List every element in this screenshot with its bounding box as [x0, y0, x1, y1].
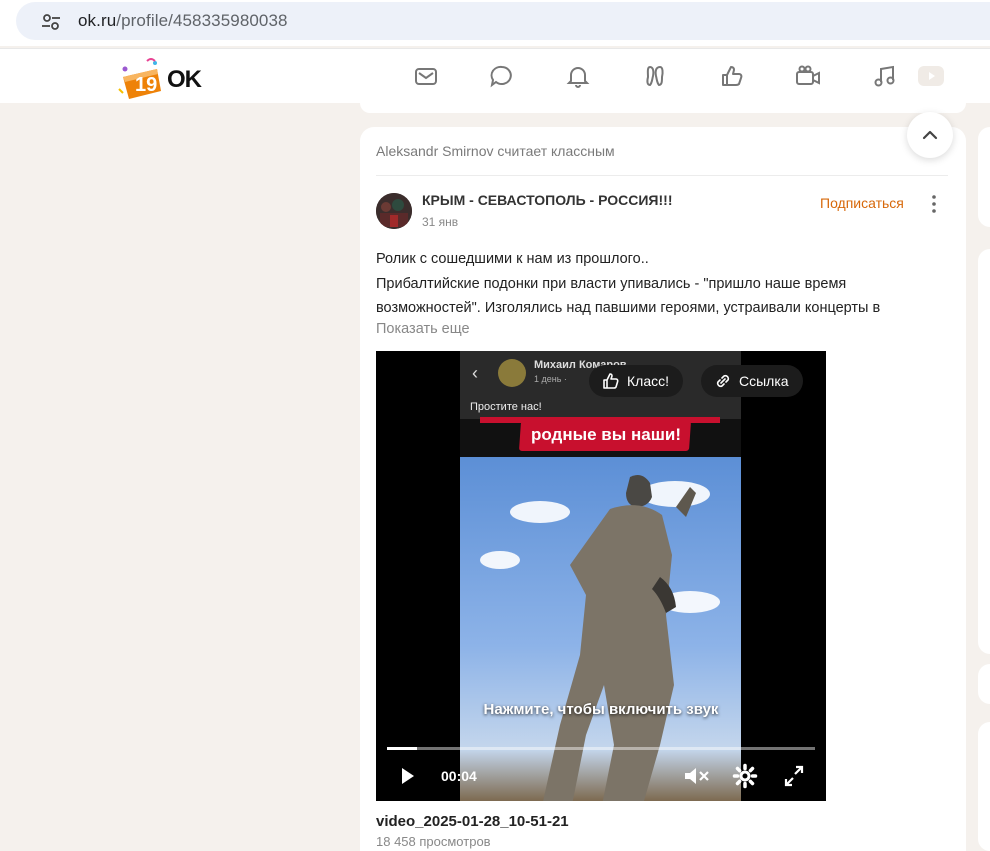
bell-icon[interactable] — [565, 63, 591, 89]
right-edge-card — [978, 722, 990, 851]
url-text[interactable]: ok.ru/profile/458335980038 — [78, 11, 288, 31]
class-button-label: Класс! — [627, 373, 669, 389]
divider — [376, 175, 948, 176]
like-icon — [603, 373, 619, 389]
right-edge-card — [978, 127, 990, 227]
logo-text: OK — [167, 66, 202, 93]
site-info-icon[interactable] — [38, 10, 64, 34]
link-button-label: Ссылка — [739, 373, 789, 389]
more-options-icon[interactable] — [926, 193, 942, 215]
site-header: 19 OK — [0, 48, 990, 103]
like-icon[interactable] — [719, 63, 745, 89]
url-path: /profile/458335980038 — [116, 11, 288, 30]
address-field[interactable]: ok.ru/profile/458335980038 — [16, 2, 990, 40]
feed-post-card: Aleksandr Smirnov считает классным КРЫМ … — [360, 127, 966, 851]
video-frame: ‹ Михаил Комаров 1 день · Простите нас! … — [460, 351, 741, 801]
video-camera-icon[interactable] — [795, 63, 821, 89]
previous-card-bottom — [360, 103, 966, 113]
video-progress-fill — [387, 747, 417, 750]
video-time: 00:04 — [441, 768, 477, 784]
settings-gear-icon[interactable] — [732, 763, 758, 789]
fullscreen-icon[interactable] — [782, 763, 806, 789]
video-banner-text: родные вы наши! — [531, 425, 681, 444]
inner-message: Простите нас! — [470, 401, 542, 413]
mail-icon[interactable] — [413, 63, 439, 89]
post-text-line: Прибалтийские подонки при власти упивали… — [376, 275, 847, 292]
chat-icon[interactable] — [489, 63, 515, 89]
post-text-line: возможностей". Изголялись над павшими ге… — [376, 300, 881, 316]
play-icon[interactable] — [398, 763, 418, 789]
scroll-to-top-button[interactable] — [907, 112, 953, 158]
link-icon — [716, 374, 730, 388]
post-text: Ролик с сошедшими к нам из прошлого.. Пр… — [376, 247, 946, 321]
right-edge-card — [978, 249, 990, 654]
show-more-link[interactable]: Показать еще — [376, 321, 470, 337]
post-date[interactable]: 31 янв — [422, 215, 458, 229]
inner-avatar — [498, 359, 526, 387]
browser-address-bar: ok.ru/profile/458335980038 — [0, 0, 990, 46]
class-button[interactable]: Класс! — [589, 365, 683, 397]
play-icon[interactable] — [916, 63, 946, 89]
link-button[interactable]: Ссылка — [701, 365, 803, 397]
mute-icon[interactable] — [682, 763, 712, 789]
guests-icon[interactable] — [642, 63, 668, 89]
right-edge-card — [978, 664, 990, 704]
video-player[interactable]: ‹ Михаил Комаров 1 день · Простите нас! … — [376, 351, 826, 801]
group-avatar[interactable] — [376, 193, 412, 229]
back-arrow-icon: ‹ — [472, 363, 478, 383]
group-name-link[interactable]: КРЫМ - СЕВАСТОПОЛЬ - РОССИЯ!!! — [422, 192, 672, 208]
video-progress-bar[interactable] — [387, 747, 815, 750]
video-title[interactable]: video_2025-01-28_10-51-21 — [376, 813, 569, 830]
ok-logo[interactable]: 19 OK — [117, 55, 207, 101]
activity-line[interactable]: Aleksandr Smirnov считает классным — [376, 143, 615, 159]
video-views: 18 458 просмотров — [376, 834, 491, 849]
chevron-up-icon — [922, 130, 938, 140]
subscribe-button[interactable]: Подписаться — [820, 195, 904, 211]
music-icon[interactable] — [872, 63, 898, 89]
url-host: ok.ru — [78, 11, 117, 30]
sound-hint[interactable]: Нажмите, чтобы включить звук — [470, 701, 732, 718]
svg-text:19: 19 — [135, 74, 157, 96]
post-text-line: Ролик с сошедшими к нам из прошлого.. — [376, 251, 649, 267]
inner-meta: 1 день · — [534, 374, 567, 384]
